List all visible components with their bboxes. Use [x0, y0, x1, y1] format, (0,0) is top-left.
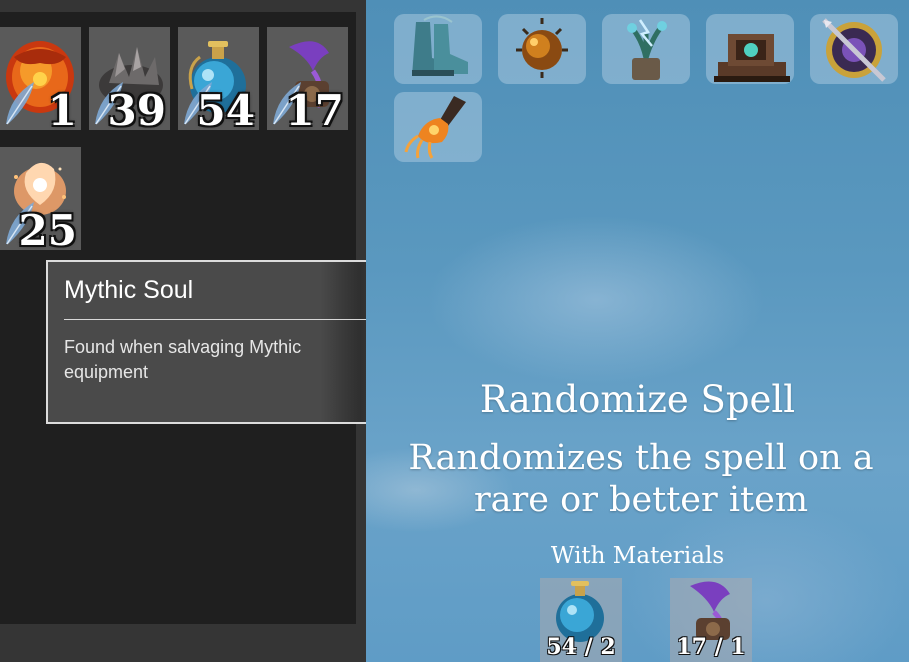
recipe-forge-chest[interactable]: [706, 14, 794, 84]
material-count: 17 / 1: [676, 634, 746, 660]
craft-title: Randomize Spell: [479, 378, 796, 421]
inventory-slot-purple-relic[interactable]: 17: [267, 27, 348, 130]
inventory-slot-dark-ore[interactable]: 39: [89, 27, 170, 130]
tooltip-divider: [64, 319, 366, 320]
boots-icon: [412, 15, 468, 76]
inventory-slot-mythic-soul[interactable]: 25: [0, 147, 81, 250]
item-count: 39: [107, 86, 166, 131]
item-count: 54: [196, 86, 255, 131]
tooltip-description: Found when salvaging Mythic equipment: [64, 337, 302, 382]
item-count: 17: [285, 86, 344, 131]
recipe-spiked-orb[interactable]: [498, 14, 586, 84]
lightning-plant-icon: [627, 19, 667, 80]
fire-gauntlet-icon: [404, 96, 466, 159]
item-count: 1: [47, 86, 77, 131]
feather-icon: [6, 82, 34, 125]
recipe-dagger-shield[interactable]: [810, 14, 898, 84]
recipe-boots[interactable]: [394, 14, 482, 84]
inventory-slot-blue-potion[interactable]: 54: [178, 27, 259, 130]
tooltip-title: Mythic Soul: [64, 276, 194, 304]
craft-description: Randomizes the spell on a rare or better…: [408, 438, 874, 520]
forge-chest-icon: [714, 34, 790, 82]
recipe-lightning-plant[interactable]: [602, 14, 690, 84]
materials-label: With Materials: [550, 543, 725, 569]
inventory-slot-fire-orb[interactable]: 1: [0, 27, 81, 130]
item-tooltip: Mythic Soul Found when salvaging Mythic …: [46, 260, 382, 424]
material-count: 54 / 2: [546, 634, 616, 660]
material-slot-blue-potion[interactable]: 54 / 2: [540, 578, 622, 662]
material-slot-purple-relic[interactable]: 17 / 1: [670, 578, 752, 662]
spiked-orb-icon: [516, 18, 568, 78]
recipe-fire-gauntlet[interactable]: [394, 92, 482, 162]
dagger-shield-icon: [822, 18, 886, 82]
item-count: 25: [18, 206, 77, 251]
